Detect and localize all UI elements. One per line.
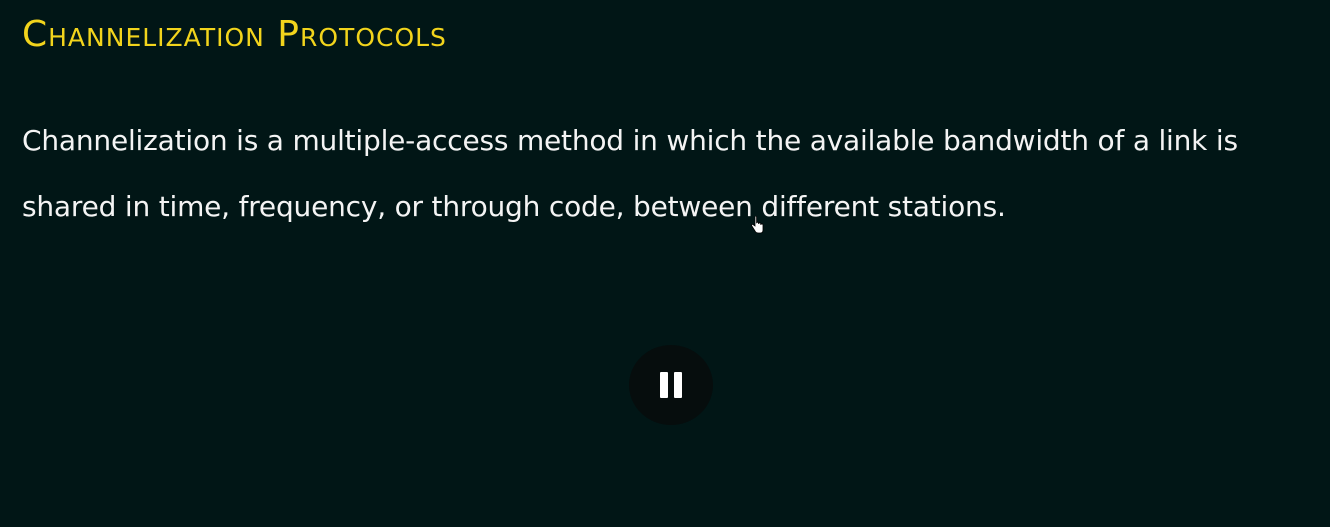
pause-icon (660, 372, 682, 398)
slide-title: Channelization Protocols (22, 14, 447, 55)
pause-button[interactable] (629, 345, 713, 425)
hand-pointer-icon (751, 216, 764, 234)
video-slide[interactable]: Channelization Protocols Channelization … (0, 0, 1330, 527)
pause-bar-left (660, 372, 668, 398)
slide-body-text: Channelization is a multiple-access meth… (22, 124, 1238, 223)
pause-bar-right (674, 372, 682, 398)
